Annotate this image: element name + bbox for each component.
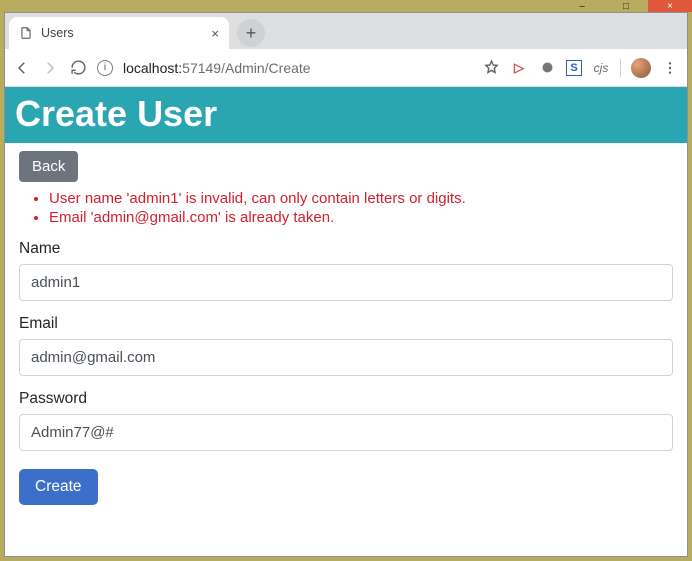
window-controls: – □ × (560, 0, 692, 12)
email-label: Email (19, 315, 673, 333)
bookmark-star-icon[interactable] (482, 59, 500, 77)
extension-icon-3[interactable]: S (566, 60, 582, 76)
browser-menu-icon[interactable] (661, 59, 679, 77)
tab-strip: Users × + (5, 13, 687, 49)
window-close-button[interactable]: × (648, 0, 692, 12)
page-viewport: Create User Back User name 'admin1' is i… (5, 87, 687, 556)
window-maximize-button[interactable]: □ (604, 0, 648, 12)
extension-icon-2[interactable] (538, 59, 556, 77)
page-content: Back User name 'admin1' is invalid, can … (5, 143, 687, 521)
back-button[interactable]: Back (19, 151, 78, 182)
site-info-icon[interactable]: i (97, 60, 113, 76)
error-item: Email 'admin@gmail.com' is already taken… (49, 209, 673, 226)
password-input[interactable] (19, 414, 673, 451)
browser-window: Users × + i localhost:57149/Admin/Create… (4, 12, 688, 557)
url-display[interactable]: localhost:57149/Admin/Create (123, 60, 311, 76)
os-titlebar: – □ × (0, 0, 692, 12)
email-input[interactable] (19, 339, 673, 376)
create-button[interactable]: Create (19, 469, 98, 505)
browser-tab[interactable]: Users × (9, 17, 229, 49)
tab-close-icon[interactable]: × (211, 26, 219, 41)
error-item: User name 'admin1' is invalid, can only … (49, 190, 673, 207)
name-label: Name (19, 240, 673, 258)
tab-title: Users (41, 26, 74, 40)
extension-cjs-icon[interactable]: cjs (592, 59, 610, 77)
validation-errors: User name 'admin1' is invalid, can only … (19, 190, 673, 226)
page-title: Create User (5, 87, 687, 143)
name-input[interactable] (19, 264, 673, 301)
url-path: 57149/Admin/Create (182, 60, 310, 76)
nav-reload-button[interactable] (69, 59, 87, 77)
page-icon (19, 26, 33, 40)
new-tab-button[interactable]: + (237, 19, 265, 47)
nav-forward-button[interactable] (41, 59, 59, 77)
password-label: Password (19, 390, 673, 408)
profile-avatar[interactable] (631, 58, 651, 78)
address-bar: i localhost:57149/Admin/Create ▷ S cjs (5, 49, 687, 87)
window-minimize-button[interactable]: – (560, 0, 604, 12)
url-host: localhost: (123, 60, 182, 76)
nav-back-button[interactable] (13, 59, 31, 77)
toolbar-separator (620, 59, 621, 77)
extension-icon-1[interactable]: ▷ (510, 59, 528, 77)
